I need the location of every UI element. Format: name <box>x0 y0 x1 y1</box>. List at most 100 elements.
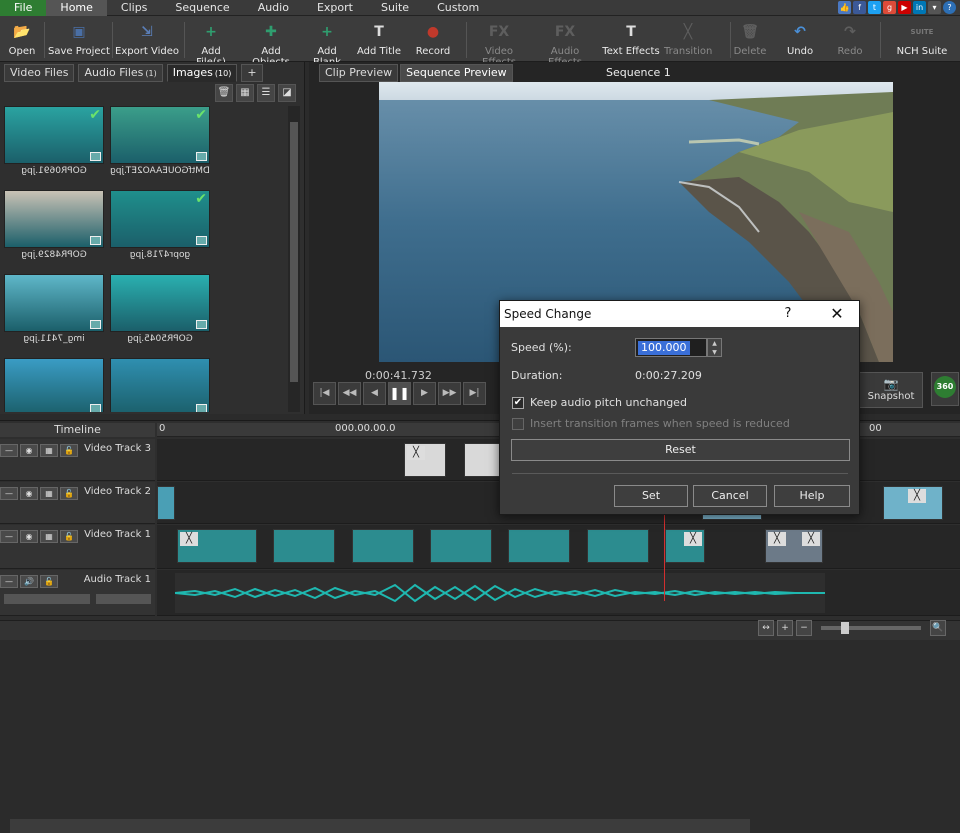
tab-add[interactable]: + <box>241 64 263 82</box>
media-thumbnail[interactable]: ✔ <box>110 106 210 164</box>
menu-home[interactable]: Home <box>46 0 107 16</box>
transition-icon[interactable]: ╳ <box>802 532 820 546</box>
folder-view-icon[interactable]: ▦ <box>236 84 254 102</box>
dialog-help-icon[interactable]: ? <box>777 301 799 327</box>
clip-video[interactable] <box>352 529 414 563</box>
redo-button[interactable]: ↷ Redo <box>832 16 868 62</box>
pause-icon[interactable]: ❚❚ <box>388 382 411 405</box>
eye-icon[interactable]: ◉ <box>20 530 38 543</box>
effects-icon[interactable]: ▦ <box>40 444 58 457</box>
media-thumbnail[interactable] <box>4 358 104 412</box>
media-thumbnail[interactable] <box>110 358 210 412</box>
video-effects-button[interactable]: FXVideo Effects <box>468 16 530 68</box>
zoom-in-icon[interactable]: + <box>777 620 793 636</box>
facebook-icon[interactable]: f <box>853 1 866 14</box>
speed-value[interactable]: 100.000 <box>638 341 690 355</box>
volume-slider[interactable] <box>4 594 90 604</box>
menu-custom[interactable]: Custom <box>423 0 493 16</box>
save-project-button[interactable]: ▣ Save Project <box>48 16 110 62</box>
transition-icon[interactable]: ╳ <box>908 489 926 503</box>
record-button[interactable]: ● Record <box>410 16 456 62</box>
lane-audio-1[interactable] <box>157 570 960 616</box>
menu-sequence[interactable]: Sequence <box>161 0 243 16</box>
google-plus-icon[interactable]: g <box>883 1 896 14</box>
add-title-button[interactable]: T Add Title <box>356 16 402 62</box>
delete-media-icon[interactable]: 🗑 <box>215 84 233 102</box>
undo-button[interactable]: ↶ Undo <box>782 16 818 62</box>
view-360-button[interactable]: 360 <box>931 372 959 406</box>
dialog-close-icon[interactable]: ✕ <box>823 301 851 327</box>
media-thumbnail[interactable] <box>110 274 210 332</box>
tab-audio-files[interactable]: Audio Files (1) <box>78 64 163 82</box>
clip-blank[interactable]: ╳ <box>404 443 446 477</box>
pan-slider[interactable] <box>96 594 151 604</box>
collapse-icon[interactable]: — <box>0 575 18 588</box>
clip-video[interactable]: ╳ ╳ <box>765 529 823 563</box>
zoom-slider[interactable] <box>821 622 921 634</box>
tab-clip-preview[interactable]: Clip Preview <box>319 64 399 82</box>
eye-icon[interactable]: ◉ <box>20 444 38 457</box>
collapse-icon[interactable]: — <box>0 530 18 543</box>
menu-suite[interactable]: Suite <box>367 0 423 16</box>
media-thumbnail[interactable] <box>4 274 104 332</box>
step-forward-icon[interactable]: ▶ <box>413 382 436 405</box>
set-button[interactable]: Set <box>614 485 688 507</box>
transition-button[interactable]: ╳ Transition <box>664 16 712 62</box>
go-end-icon[interactable]: ▶| <box>463 382 486 405</box>
clip-image[interactable] <box>157 486 175 520</box>
add-objects-button[interactable]: ✚Add Objects <box>242 16 300 68</box>
clip-video[interactable] <box>587 529 649 563</box>
tab-sequence-preview[interactable]: Sequence Preview <box>400 64 513 82</box>
lock-icon[interactable]: 🔓 <box>40 575 58 588</box>
step-back-icon[interactable]: ◀ <box>363 382 386 405</box>
speed-spinner[interactable]: ▲ ▼ <box>707 338 722 357</box>
media-thumbnail[interactable] <box>4 190 104 248</box>
reset-button[interactable]: Reset <box>511 439 850 461</box>
media-thumbnail[interactable]: ✔ <box>4 106 104 164</box>
open-button[interactable]: 📂 Open <box>2 16 42 62</box>
menu-audio[interactable]: Audio <box>244 0 303 16</box>
lane-video-1[interactable]: ╳ ╳ ╳ ╳ <box>157 525 960 569</box>
list-view-icon[interactable]: ☰ <box>257 84 275 102</box>
audio-waveform[interactable] <box>175 573 825 613</box>
keep-pitch-checkbox[interactable]: ✔ <box>512 397 524 409</box>
eye-icon[interactable]: ◉ <box>20 487 38 500</box>
transition-icon[interactable]: ╳ <box>180 532 198 546</box>
fit-icon[interactable]: ↔ <box>758 620 774 636</box>
audio-effects-button[interactable]: FXAudio Effects <box>534 16 596 68</box>
clip-video[interactable] <box>273 529 335 563</box>
menu-clips[interactable]: Clips <box>107 0 162 16</box>
speaker-icon[interactable]: 🔊 <box>20 575 38 588</box>
effects-icon[interactable]: ▦ <box>40 487 58 500</box>
clip-video[interactable] <box>430 529 492 563</box>
media-scrollbar[interactable] <box>288 106 300 412</box>
lock-icon[interactable]: 🔓 <box>60 487 78 500</box>
menu-export[interactable]: Export <box>303 0 367 16</box>
prev-frame-icon[interactable]: ◀◀ <box>338 382 361 405</box>
media-thumbnail[interactable]: ✔ <box>110 190 210 248</box>
tab-images[interactable]: Images (10) <box>166 64 238 82</box>
collapse-icon[interactable]: — <box>0 487 18 500</box>
twitter-icon[interactable]: t <box>868 1 881 14</box>
like-icon[interactable]: 👍 <box>838 1 851 14</box>
clip-video[interactable]: ╳ <box>665 529 705 563</box>
timeline-scrollbar[interactable] <box>10 819 750 833</box>
speed-input[interactable]: 100.000 <box>635 338 707 357</box>
effects-icon[interactable]: ▦ <box>40 530 58 543</box>
scroll-thumb[interactable] <box>290 122 298 382</box>
tab-video-files[interactable]: Video Files <box>4 64 75 82</box>
help-icon[interactable]: ? <box>943 1 956 14</box>
linkedin-icon[interactable]: in <box>913 1 926 14</box>
delete-button[interactable]: 🗑 Delete <box>732 16 768 62</box>
lock-icon[interactable]: 🔓 <box>60 444 78 457</box>
next-frame-icon[interactable]: ▶▶ <box>438 382 461 405</box>
help-button[interactable]: Help <box>774 485 850 507</box>
dropdown-icon[interactable]: ▾ <box>928 1 941 14</box>
transition-icon[interactable]: ╳ <box>684 532 702 546</box>
clip-blank[interactable] <box>464 443 502 477</box>
cancel-button[interactable]: Cancel <box>693 485 767 507</box>
transition-icon[interactable]: ╳ <box>768 532 786 546</box>
transition-icon[interactable]: ╳ <box>407 446 425 460</box>
zoom-icon[interactable]: 🔍 <box>930 620 946 636</box>
clip-video[interactable] <box>508 529 570 563</box>
